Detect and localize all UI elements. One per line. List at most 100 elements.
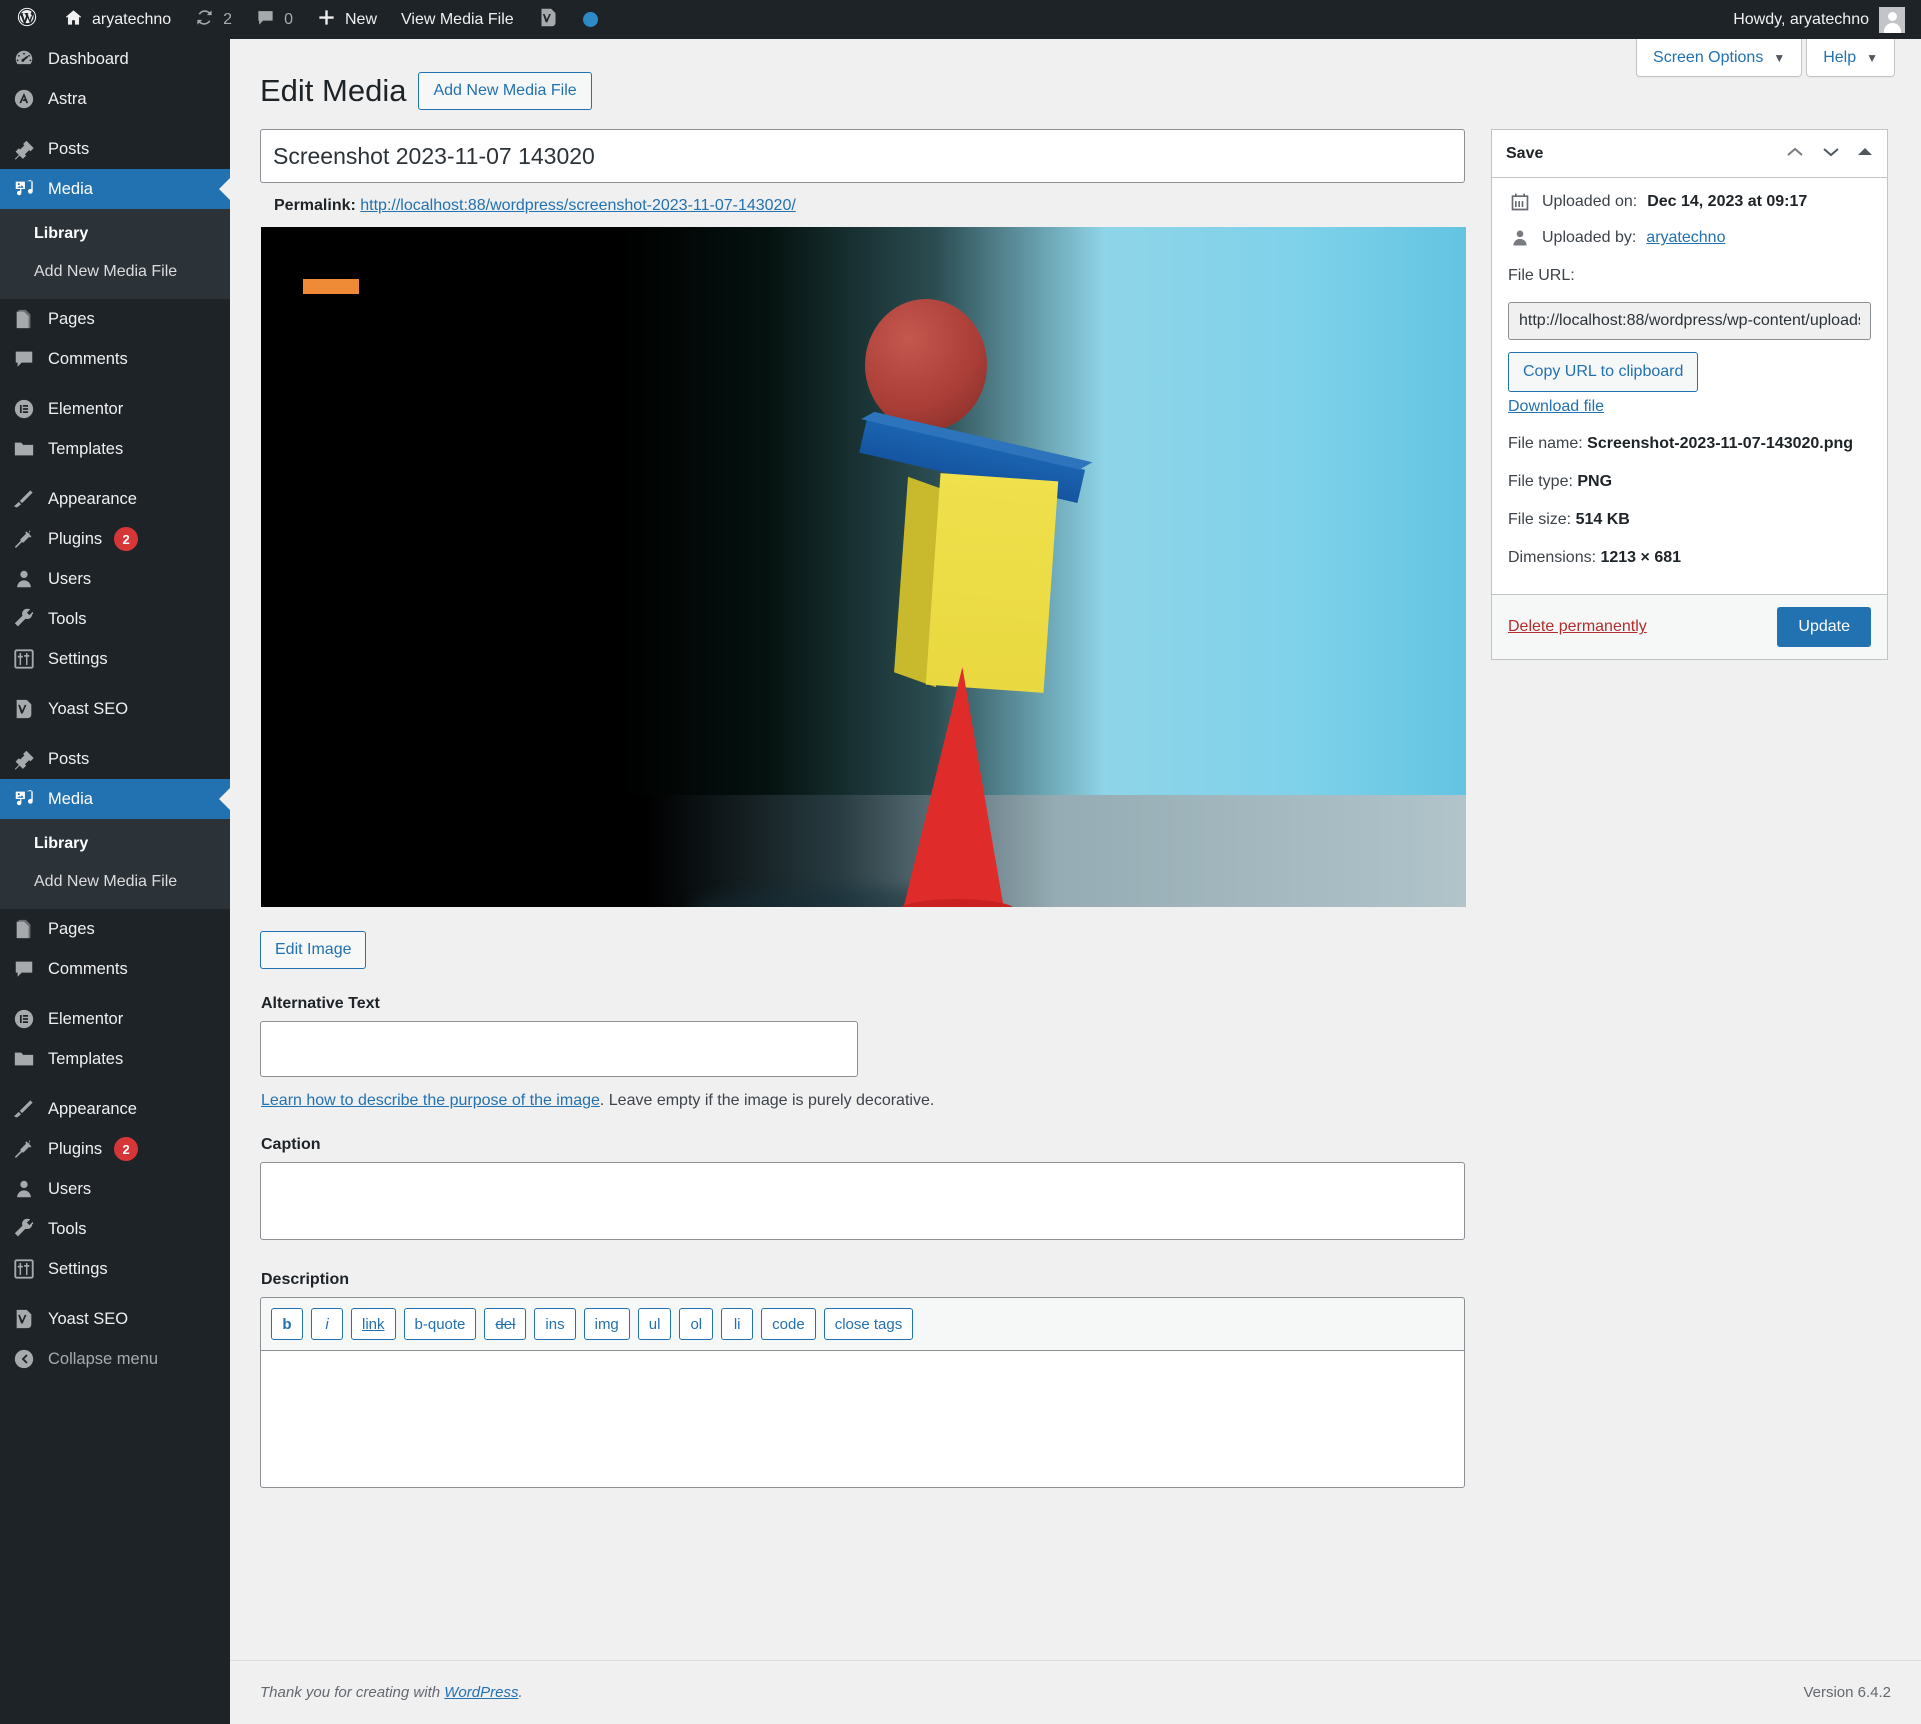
file-url-input[interactable] bbox=[1508, 302, 1871, 341]
wordpress-logo-menu[interactable] bbox=[0, 0, 52, 39]
footer-thanks-suffix: . bbox=[518, 1684, 523, 1701]
sidebar-item-astra[interactable]: Astra bbox=[0, 79, 230, 119]
plugins-update-badge: 2 bbox=[114, 527, 139, 551]
copy-url-button[interactable]: Copy URL to clipboard bbox=[1508, 352, 1699, 393]
wordpress-link[interactable]: WordPress bbox=[444, 1684, 518, 1701]
sidebar-item-templates[interactable]: Templates bbox=[0, 429, 230, 469]
sidebar-item-tools[interactable]: Tools bbox=[0, 1209, 230, 1249]
quicktag-ol[interactable]: ol bbox=[679, 1308, 714, 1341]
sidebar-item-posts[interactable]: Posts bbox=[0, 129, 230, 169]
quicktag-b[interactable]: b bbox=[271, 1308, 303, 1341]
yoast-seo-menu[interactable] bbox=[526, 0, 571, 39]
screen-meta-links: Screen Options ▼ Help ▼ bbox=[1636, 39, 1895, 77]
sidebar-item-settings[interactable]: Settings bbox=[0, 1249, 230, 1289]
toggle-panel-icon[interactable] bbox=[1857, 145, 1873, 162]
quicktag-del[interactable]: del bbox=[484, 1308, 527, 1341]
howdy-label[interactable]: Howdy, aryatechno bbox=[1733, 11, 1869, 29]
site-name-menu[interactable]: aryatechno bbox=[52, 0, 183, 39]
caption-input[interactable] bbox=[260, 1162, 1465, 1241]
quicktag-code[interactable]: code bbox=[761, 1308, 816, 1341]
notification-dot[interactable] bbox=[571, 0, 610, 39]
sidebar-item-media[interactable]: Media bbox=[0, 779, 230, 819]
screen-options-tab[interactable]: Screen Options ▼ bbox=[1636, 39, 1803, 77]
sidebar-item-pages[interactable]: Pages bbox=[0, 299, 230, 339]
quicktag-img[interactable]: img bbox=[583, 1308, 630, 1341]
sidebar-item-plugins[interactable]: Plugins 2 bbox=[0, 519, 230, 559]
sidebar-item-comments[interactable]: Comments bbox=[0, 949, 230, 989]
avatar[interactable] bbox=[1879, 6, 1905, 33]
submenu-media: Library Add New Media File bbox=[0, 819, 230, 909]
file-name-label: File name: bbox=[1508, 435, 1583, 453]
page-title: Edit Media bbox=[260, 73, 407, 108]
quicktag-li[interactable]: li bbox=[721, 1308, 754, 1341]
sidebar-item-tools[interactable]: Tools bbox=[0, 599, 230, 639]
quicktag-close-tags[interactable]: close tags bbox=[823, 1308, 914, 1341]
sidebar-item-dashboard[interactable]: Dashboard bbox=[0, 39, 230, 79]
sidebar-item-yoast-seo[interactable]: Yoast SEO bbox=[0, 689, 230, 729]
submenu-media: Library Add New Media File bbox=[0, 209, 230, 299]
view-media-file-link[interactable]: View Media File bbox=[389, 0, 526, 39]
sidebar-item-label: Elementor bbox=[48, 1009, 124, 1028]
move-up-icon[interactable] bbox=[1785, 145, 1805, 163]
quicktag-i[interactable]: i bbox=[311, 1308, 343, 1341]
submenu-item-add-new-media-file[interactable]: Add New Media File bbox=[0, 863, 230, 901]
delete-permanently-link[interactable]: Delete permanently bbox=[1508, 618, 1647, 636]
sidebar-item-label: Tools bbox=[48, 1219, 87, 1238]
blue-dot-icon bbox=[582, 12, 598, 27]
elementor-icon bbox=[12, 1007, 36, 1031]
submenu-item-add-new-media-file[interactable]: Add New Media File bbox=[0, 253, 230, 291]
description-input[interactable] bbox=[260, 1350, 1465, 1489]
templates-icon bbox=[12, 437, 36, 461]
quicktag-link[interactable]: link bbox=[351, 1308, 396, 1341]
sidebar-item-label: Collapse menu bbox=[48, 1349, 159, 1368]
sidebar-item-label: Appearance bbox=[48, 489, 137, 508]
comment-bubble-icon bbox=[256, 8, 275, 32]
permalink-link[interactable]: http://localhost:88/wordpress/screenshot… bbox=[360, 197, 796, 214]
sidebar-item-label: Templates bbox=[48, 439, 124, 458]
sidebar-item-pages[interactable]: Pages bbox=[0, 909, 230, 949]
sidebar-item-settings[interactable]: Settings bbox=[0, 639, 230, 679]
uploaded-by-value[interactable]: aryatechno bbox=[1646, 229, 1725, 247]
add-new-media-file-button[interactable]: Add New Media File bbox=[418, 72, 592, 111]
sidebar-item-collapse-menu[interactable]: Collapse menu bbox=[0, 1339, 230, 1379]
sidebar-item-users[interactable]: Users bbox=[0, 1169, 230, 1209]
sidebar-item-posts[interactable]: Posts bbox=[0, 739, 230, 779]
updates-icon bbox=[195, 8, 214, 32]
plugins-update-badge: 2 bbox=[114, 1137, 139, 1161]
sidebar-item-label: Appearance bbox=[48, 1099, 137, 1118]
settings-icon bbox=[12, 647, 36, 671]
sidebar-item-yoast-seo[interactable]: Yoast SEO bbox=[0, 1299, 230, 1339]
new-content-menu[interactable]: New bbox=[305, 0, 389, 39]
alt-text-hint-link[interactable]: Learn how to describe the purpose of the… bbox=[261, 1092, 600, 1109]
sidebar-item-plugins[interactable]: Plugins 2 bbox=[0, 1129, 230, 1169]
sidebar-item-comments[interactable]: Comments bbox=[0, 339, 230, 379]
yoast-icon bbox=[538, 7, 559, 33]
file-size-value: 514 KB bbox=[1575, 511, 1630, 529]
sidebar-item-label: Settings bbox=[48, 649, 108, 668]
update-button[interactable]: Update bbox=[1777, 607, 1871, 648]
quicktag-ul[interactable]: ul bbox=[637, 1308, 672, 1341]
comments-menu[interactable]: 0 bbox=[244, 0, 305, 39]
alt-text-input[interactable] bbox=[260, 1021, 858, 1078]
posts-icon bbox=[12, 747, 36, 771]
quicktag-b-quote[interactable]: b-quote bbox=[403, 1308, 477, 1341]
sidebar-item-elementor[interactable]: Elementor bbox=[0, 999, 230, 1039]
media-title-input[interactable] bbox=[260, 129, 1465, 184]
pages-icon bbox=[12, 917, 36, 941]
sidebar-item-elementor[interactable]: Elementor bbox=[0, 389, 230, 429]
submenu-item-library[interactable]: Library bbox=[0, 215, 230, 253]
updates-menu[interactable]: 2 bbox=[183, 0, 244, 39]
edit-image-button[interactable]: Edit Image bbox=[260, 931, 367, 970]
sidebar-item-media[interactable]: Media bbox=[0, 169, 230, 209]
help-tab[interactable]: Help ▼ bbox=[1806, 39, 1895, 77]
sidebar-item-users[interactable]: Users bbox=[0, 559, 230, 599]
sidebar-item-templates[interactable]: Templates bbox=[0, 1039, 230, 1079]
move-down-icon[interactable] bbox=[1821, 145, 1841, 163]
download-file-link[interactable]: Download file bbox=[1508, 398, 1604, 416]
new-label: New bbox=[344, 10, 377, 28]
sidebar-item-appearance[interactable]: Appearance bbox=[0, 479, 230, 519]
side-column: Save Uploaded on: Dec 14, 2023 at 09:17 … bbox=[1491, 129, 1888, 661]
quicktag-ins[interactable]: ins bbox=[534, 1308, 576, 1341]
sidebar-item-appearance[interactable]: Appearance bbox=[0, 1089, 230, 1129]
submenu-item-library[interactable]: Library bbox=[0, 825, 230, 863]
